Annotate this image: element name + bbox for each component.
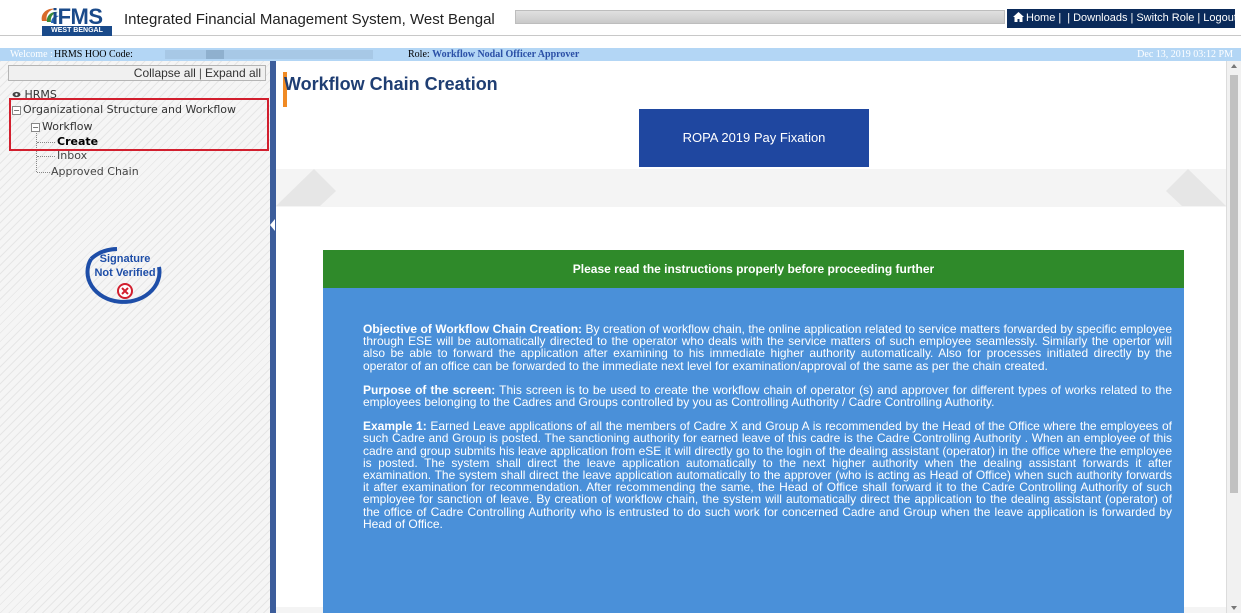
signature-x-icon <box>117 283 133 299</box>
paragraph-text: Earned Leave applications of all the mem… <box>363 419 1172 531</box>
home-icon <box>1013 12 1024 22</box>
collapse-arrow-icon[interactable] <box>270 219 275 231</box>
nav-home-link[interactable]: Home <box>1026 12 1055 24</box>
vertical-scrollbar[interactable] <box>1226 61 1241 613</box>
main-content: Workflow Chain Creation ROPA 2019 Pay Fi… <box>276 61 1226 613</box>
redacted-block <box>238 50 373 59</box>
signature-line2: Not Verified <box>94 267 156 279</box>
app-header: iFMS WEST BENGAL Integrated Financial Ma… <box>0 0 1241 36</box>
scroll-thumb[interactable] <box>1230 75 1238 493</box>
datetime-display: Dec 13, 2019 03:12 PM <box>1137 49 1233 60</box>
expand-all-link[interactable]: Expand all <box>205 66 261 80</box>
signature-line1: Signature <box>99 253 151 265</box>
scroll-up-arrow-icon[interactable] <box>1231 64 1237 68</box>
tree-connector <box>37 156 55 157</box>
nav-logout-link[interactable]: Logout <box>1203 12 1237 24</box>
tree-toolbar: Collapse all | Expand all <box>8 65 266 81</box>
nav-separator: | <box>1197 12 1201 24</box>
sidebar: Collapse all | Expand all HRMS − Organizati… <box>0 61 270 613</box>
top-navigation: Home | | Downloads | Switch Role | Logout <box>1007 9 1237 28</box>
nav-separator: | <box>1067 12 1071 24</box>
instruction-paragraph: Purpose of the screen: This screen is to… <box>363 384 1172 408</box>
page-title: Workflow Chain Creation <box>284 74 498 94</box>
ifms-logo[interactable]: iFMS WEST BENGAL <box>38 4 114 36</box>
collapse-all-link[interactable]: Collapse all <box>134 66 196 80</box>
redacted-block <box>206 50 224 59</box>
hrms-code-label: HRMS HOO Code: <box>54 49 133 60</box>
tree-connector <box>37 172 50 173</box>
ropa-pay-fixation-button[interactable]: ROPA 2019 Pay Fixation <box>639 109 869 167</box>
toolbar-separator: | <box>198 66 202 80</box>
role-label: Role: <box>408 49 430 60</box>
role-value: Workflow Nodal Officer Approver <box>432 49 580 60</box>
nav-separator: | <box>1058 12 1062 24</box>
scroll-down-arrow-icon[interactable] <box>1231 606 1237 610</box>
nav-switch-role-link[interactable]: Switch Role <box>1136 12 1194 24</box>
instruction-paragraph: Objective of Workflow Chain Creation: By… <box>363 323 1172 372</box>
eye-icon <box>12 91 21 98</box>
logo-subtitle: WEST BENGAL <box>42 26 112 36</box>
instructions-box: Objective of Workflow Chain Creation: By… <box>323 288 1184 613</box>
welcome-bar: Welcome : HRMS HOO Code: Role: Workflow … <box>0 48 1241 61</box>
nav-separator: | <box>1130 12 1134 24</box>
nav-downloads-link[interactable]: Downloads <box>1073 12 1127 24</box>
app-title: Integrated Financial Management System, … <box>124 11 495 28</box>
signature-status-badge: Signature Not Verified <box>77 245 173 317</box>
highlight-annotation-box <box>9 98 269 151</box>
tree-item-approved-chain[interactable]: Approved Chain <box>51 165 139 178</box>
welcome-label: Welcome : <box>10 49 53 60</box>
instruction-paragraph: Example 1: Earned Leave applications of … <box>363 420 1172 530</box>
instructions-banner: Please read the instructions properly be… <box>323 250 1184 288</box>
header-gradient-bar <box>515 10 1005 24</box>
role-info: Role: Workflow Nodal Officer Approver <box>408 48 579 61</box>
